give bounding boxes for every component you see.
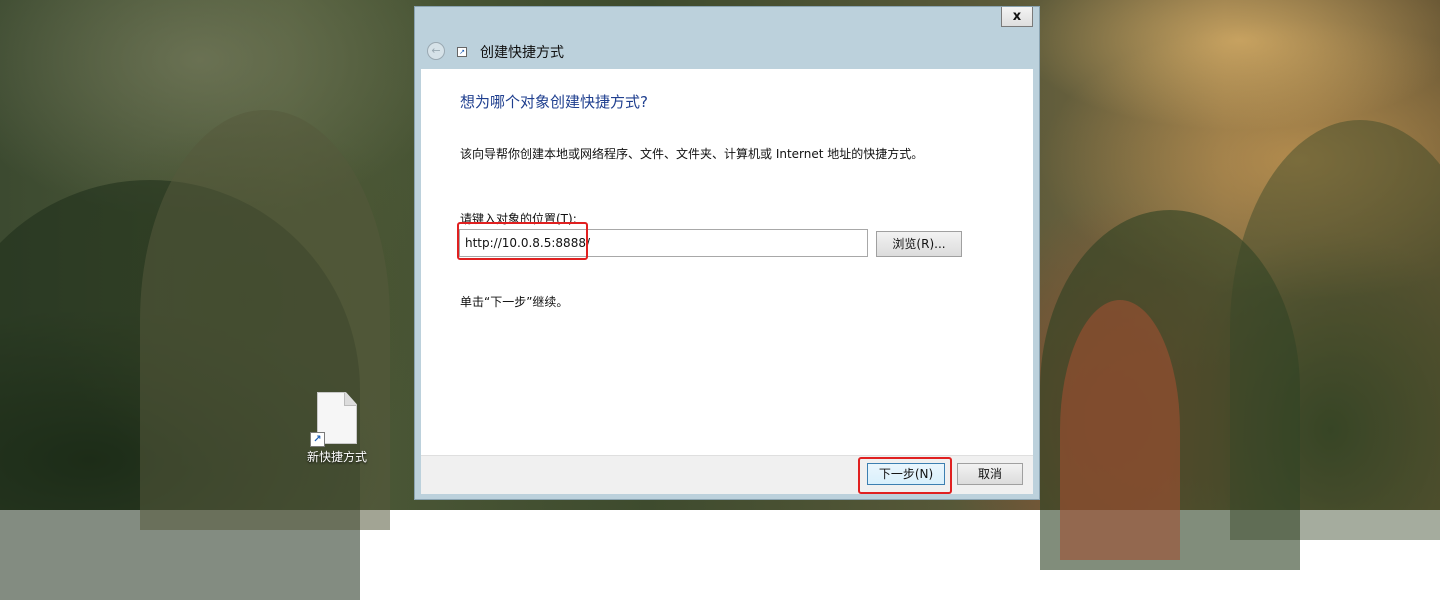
desktop-shortcut[interactable]: 新快捷方式 (300, 392, 374, 465)
back-arrow-icon[interactable]: ← (427, 42, 445, 60)
mountain-shape (140, 110, 390, 530)
dialog-title: 创建快捷方式 (480, 45, 564, 61)
shortcut-arrow-icon: ↗ (310, 432, 325, 447)
browse-button[interactable]: 浏览(R)... (876, 231, 962, 257)
mountain-shape (1060, 300, 1180, 560)
next-hint: 单击“下一步”继续。 (460, 295, 569, 309)
wizard-content: 想为哪个对象创建快捷方式? 该向导帮你创建本地或网络程序、文件、文件夹、计算机或… (421, 69, 1033, 455)
page-heading: 想为哪个对象创建快捷方式? (460, 93, 648, 111)
create-shortcut-dialog: x ← ↗ 创建快捷方式 想为哪个对象创建快捷方式? 该向导帮你创建本地或网络程… (414, 6, 1040, 500)
wizard-description: 该向导帮你创建本地或网络程序、文件、文件夹、计算机或 Internet 地址的快… (460, 147, 924, 161)
next-button-highlight-box (858, 457, 952, 494)
close-button[interactable]: x (1001, 7, 1033, 27)
desktop-shortcut-label: 新快捷方式 (306, 450, 367, 464)
input-highlight-box (457, 222, 588, 260)
dialog-footer: 下一步(N) 取消 (421, 455, 1033, 494)
mountain-shape (1230, 120, 1440, 540)
shortcut-title-icon: ↗ (457, 47, 467, 57)
cancel-button[interactable]: 取消 (957, 463, 1023, 485)
file-fold-corner (344, 393, 356, 406)
